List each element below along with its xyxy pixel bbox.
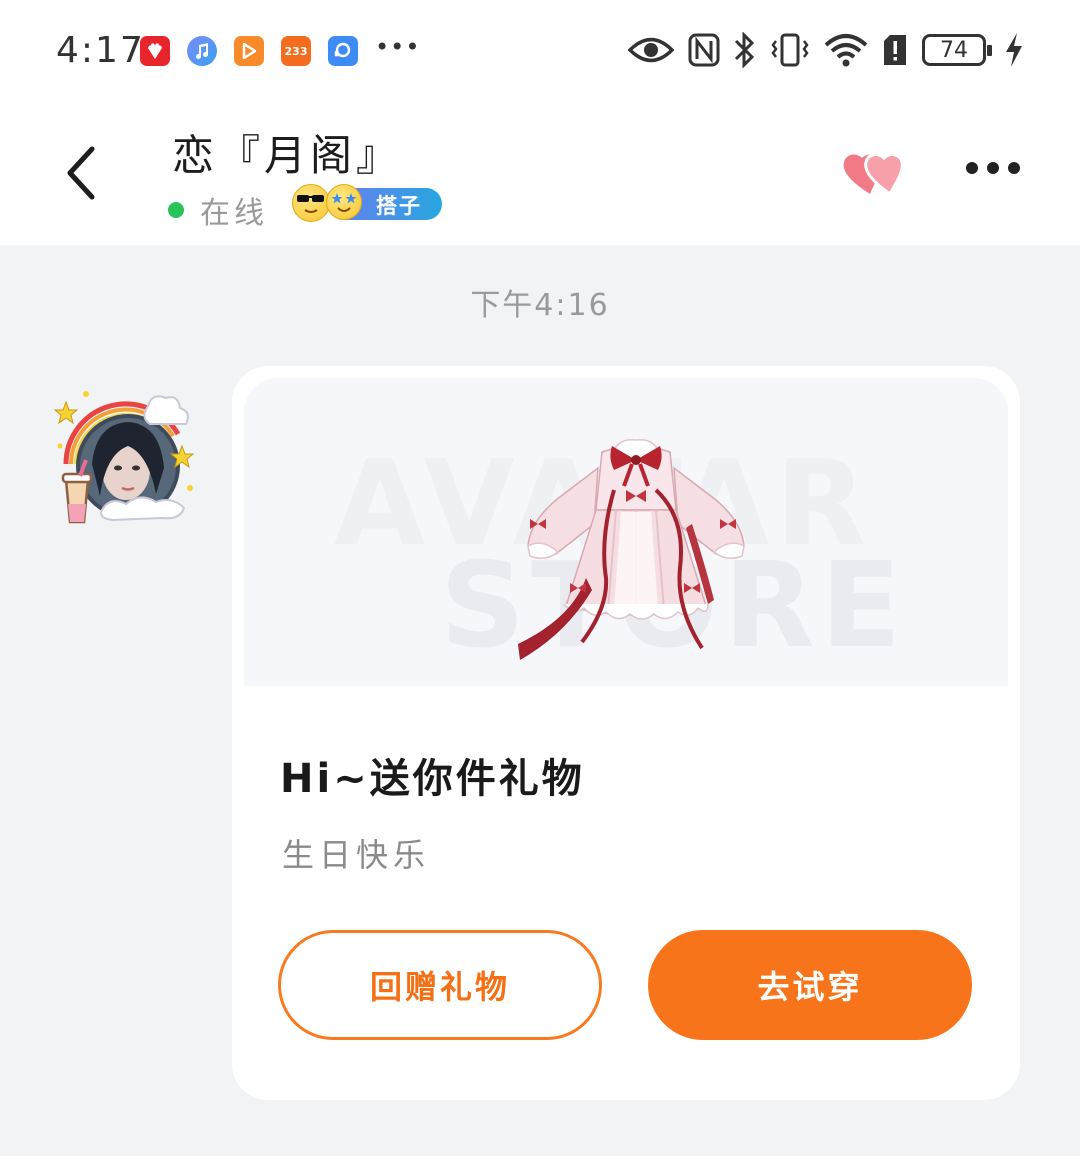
wifi-icon xyxy=(824,34,868,67)
message-timestamp: 下午4:16 xyxy=(470,288,610,323)
more-dot xyxy=(987,162,999,174)
chat-header: 恋『月阁』 在线 搭子 xyxy=(0,100,1080,245)
gift-message: 生日快乐 xyxy=(282,836,431,874)
233-app-icon: 233 xyxy=(281,36,311,66)
presence-status: 在线 xyxy=(168,188,268,232)
double-heart-icon xyxy=(843,153,904,197)
online-status-text: 在线 xyxy=(200,196,268,231)
gift-message-card[interactable]: AVATAR STORE xyxy=(232,366,1020,1100)
eye-icon xyxy=(628,37,674,63)
music-app-icon xyxy=(187,36,217,66)
notification-icons: 233 ••• xyxy=(140,33,421,66)
online-dot-icon xyxy=(168,202,184,218)
status-time: 4:17 xyxy=(56,30,145,71)
charging-icon xyxy=(1006,33,1022,67)
back-button[interactable] xyxy=(58,145,108,201)
sender-avatar[interactable] xyxy=(52,384,198,530)
bluetooth-icon xyxy=(734,32,755,68)
chevron-left-icon xyxy=(67,146,95,200)
status-bar: 4:17 233 ••• 74 xyxy=(0,0,1080,100)
system-icons: 74 xyxy=(628,32,1024,68)
more-notifications-icon: ••• xyxy=(375,33,421,61)
intimacy-hearts-button[interactable] xyxy=(840,150,916,198)
video-app-icon xyxy=(234,36,264,66)
more-options-button[interactable] xyxy=(966,162,1020,174)
huawei-app-icon xyxy=(140,36,170,66)
sim-alert-icon xyxy=(884,35,906,65)
star-eyes-emoji-icon xyxy=(326,184,362,220)
contact-name[interactable]: 恋『月阁』 xyxy=(172,122,402,183)
battery-icon: 74 xyxy=(922,34,992,66)
badge-label: 搭子 xyxy=(376,194,422,218)
relationship-badge[interactable]: 搭子 xyxy=(290,184,442,222)
gift-title: Hi~送你件礼物 xyxy=(280,756,585,802)
more-dot xyxy=(1008,162,1020,174)
chat-app-icon xyxy=(328,36,358,66)
sunglasses-emoji-icon xyxy=(292,184,330,222)
return-gift-button[interactable]: 回赠礼物 xyxy=(278,930,602,1040)
nfc-icon xyxy=(688,33,720,67)
dress-image xyxy=(518,438,745,660)
more-dot xyxy=(966,162,978,174)
try-on-button[interactable]: 去试穿 xyxy=(648,930,972,1040)
vibrate-icon xyxy=(771,33,809,67)
